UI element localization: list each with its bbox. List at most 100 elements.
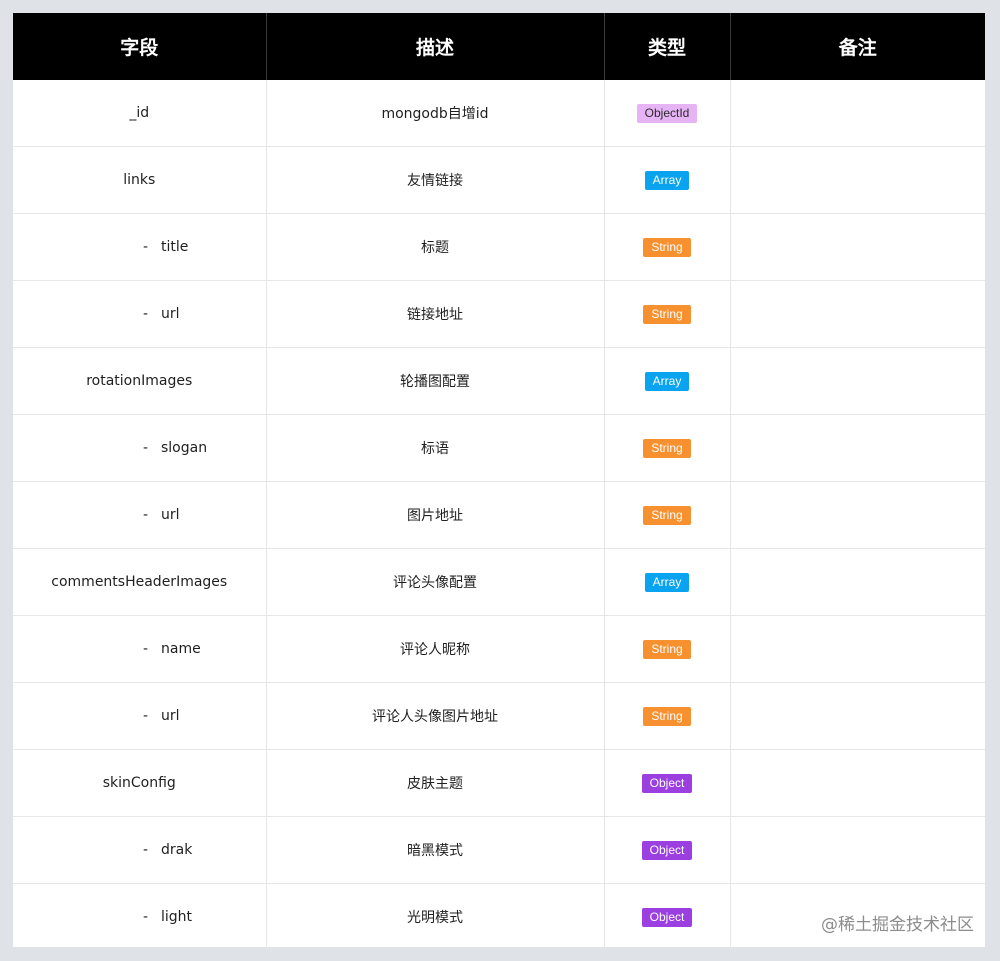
field-name: rotationImages [86,373,193,389]
description-cell: 标题 [266,213,605,281]
watermark: @稀土掘金技术社区 [821,915,974,935]
remark-cell [730,682,985,750]
type-cell: Array [604,146,731,214]
child-prefix: - [143,306,149,322]
type-badge: String [643,438,691,458]
table-row: commentsHeaderImages 评论头像配置 Array [13,548,985,616]
type-cell: String [604,414,731,482]
field-cell: commentsHeaderImages [13,548,267,616]
description-cell: 评论头像配置 [266,548,605,616]
field-name: skinConfig [102,775,176,791]
type-cell: Object [604,883,731,950]
description-cell: 皮肤主题 [266,749,605,817]
type-cell: Object [604,816,731,884]
field-cell: skinConfig [13,749,267,817]
child-prefix: - [143,641,149,657]
description-cell: 评论人昵称 [266,615,605,683]
type-badge: String [643,237,691,257]
field-name: commentsHeaderImages [51,574,228,590]
description-cell: 评论人头像图片地址 [266,682,605,750]
remark-cell [730,615,985,683]
field-cell: - url [13,481,267,549]
child-prefix: - [143,708,149,724]
field-cell: - drak [13,816,267,884]
type-cell: Array [604,548,731,616]
table-row: - url 图片地址 String [13,481,985,549]
remark-cell [730,280,985,348]
table-row: rotationImages 轮播图配置 Array [13,347,985,415]
description-cell: 暗黑模式 [266,816,605,884]
table-row: _id mongodb自增id ObjectId [13,80,985,147]
table-header-row: 字段 描述 类型 备注 [13,13,985,80]
remark-cell [730,414,985,482]
field-cell: - name [13,615,267,683]
table-row: links 友情链接 Array [13,146,985,214]
child-prefix: - [143,239,149,255]
remark-cell [730,80,985,147]
table-row: - slogan 标语 String [13,414,985,482]
type-badge: String [643,639,691,659]
type-badge: Object [641,773,693,793]
type-badge: Array [644,572,690,592]
field-name: slogan [161,440,208,456]
type-badge: ObjectId [636,103,698,123]
field-cell: - slogan [13,414,267,482]
field-name: drak [161,842,193,858]
remark-cell [730,749,985,817]
type-cell: Array [604,347,731,415]
schema-table: 字段 描述 类型 备注 _id mongodb自增id ObjectId links 友… [13,13,985,950]
field-name: title [161,239,189,255]
remark-cell [730,481,985,549]
field-name: _id [129,105,150,121]
field-name: url [161,306,180,322]
type-badge: Array [644,371,690,391]
remark-cell [730,347,985,415]
header-description: 描述 [266,13,605,80]
type-cell: String [604,481,731,549]
field-cell: - url [13,280,267,348]
description-cell: 标语 [266,414,605,482]
child-prefix: - [143,909,149,925]
field-cell: links [13,146,267,214]
description-cell: 光明模式 [266,883,605,950]
remark-cell [730,816,985,884]
table-row: - url 链接地址 String [13,280,985,348]
field-cell: rotationImages [13,347,267,415]
table-row: - name 评论人昵称 String [13,615,985,683]
child-prefix: - [143,842,149,858]
description-cell: 图片地址 [266,481,605,549]
type-cell: Object [604,749,731,817]
field-cell: - url [13,682,267,750]
field-name: url [161,708,180,724]
description-cell: 友情链接 [266,146,605,214]
schema-table-frame: 字段 描述 类型 备注 _id mongodb自增id ObjectId links 友… [13,13,985,950]
type-cell: String [604,213,731,281]
description-cell: 轮播图配置 [266,347,605,415]
type-badge: Object [641,840,693,860]
description-cell: mongodb自增id [266,80,605,147]
type-badge: String [643,706,691,726]
type-badge: String [643,304,691,324]
type-badge: Object [641,907,693,927]
type-cell: String [604,280,731,348]
child-prefix: - [143,507,149,523]
type-cell: String [604,615,731,683]
header-field: 字段 [13,13,267,80]
remark-cell [730,213,985,281]
table-row: - drak 暗黑模式 Object [13,816,985,884]
field-name: links [123,172,156,188]
field-name: name [161,641,201,657]
field-name: url [161,507,180,523]
child-prefix: - [143,440,149,456]
header-type: 类型 [604,13,731,80]
remark-cell [730,146,985,214]
description-cell: 链接地址 [266,280,605,348]
table-row: - url 评论人头像图片地址 String [13,682,985,750]
type-cell: ObjectId [604,80,731,147]
field-cell: _id [13,80,267,147]
header-remark: 备注 [730,13,985,80]
type-cell: String [604,682,731,750]
type-badge: Array [644,170,690,190]
type-badge: String [643,505,691,525]
remark-cell [730,548,985,616]
